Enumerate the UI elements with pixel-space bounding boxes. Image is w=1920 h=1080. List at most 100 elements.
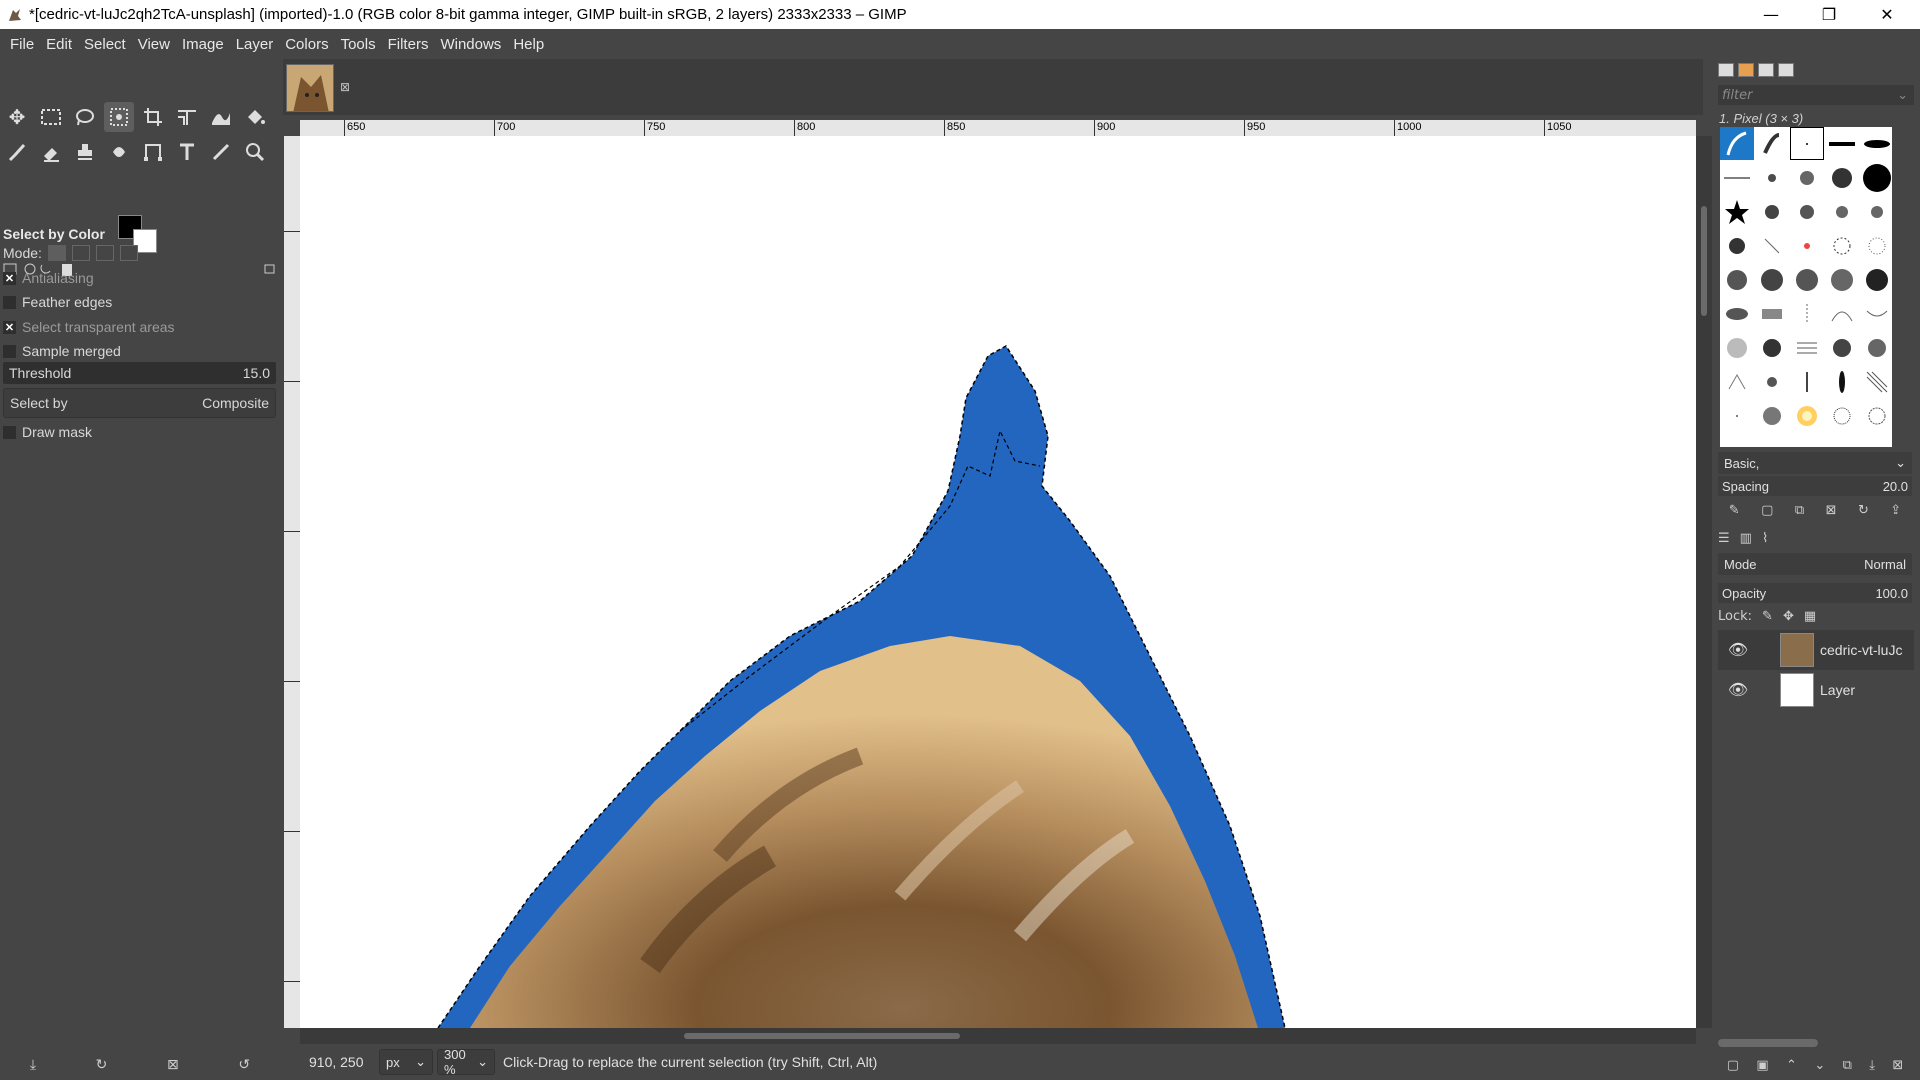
menu-windows[interactable]: Windows (434, 36, 507, 53)
brush-item[interactable] (1790, 365, 1824, 398)
warp-icon[interactable] (206, 102, 236, 132)
brush-item[interactable] (1860, 161, 1892, 194)
lock-alpha-icon[interactable]: ▦ (1804, 609, 1816, 624)
brush-item[interactable] (1860, 331, 1892, 364)
channels-tab-icon[interactable]: ▥ (1740, 531, 1752, 546)
zoom-icon[interactable] (240, 137, 270, 167)
maximize-button[interactable]: ❐ (1800, 0, 1858, 29)
fuzzy-select-icon[interactable] (104, 102, 134, 132)
paths-icon[interactable] (138, 137, 168, 167)
brush-item[interactable] (1720, 195, 1754, 228)
layers-scrollbar[interactable] (1718, 1039, 1818, 1047)
brush-item[interactable] (1755, 263, 1789, 296)
brushes-tab[interactable] (1718, 63, 1734, 77)
brush-item[interactable] (1790, 127, 1824, 160)
brush-item[interactable] (1860, 263, 1892, 296)
menu-file[interactable]: File (4, 36, 40, 53)
select-transparent-option[interactable]: ✕ Select transparent areas (3, 319, 175, 335)
brush-item[interactable] (1790, 331, 1824, 364)
clone-icon[interactable] (70, 137, 100, 167)
mode-intersect-button[interactable] (119, 245, 138, 261)
opacity-value[interactable]: 100.0 (1875, 586, 1908, 601)
brush-item[interactable] (1755, 127, 1789, 160)
layer-row[interactable]: 👁 cedric-vt-luJc (1718, 630, 1914, 670)
opacity-field[interactable]: Opacity 100.0 (1718, 583, 1912, 603)
brush-item[interactable] (1860, 127, 1892, 160)
spacing-field[interactable]: Spacing 20.0 (1718, 476, 1912, 496)
brush-item[interactable] (1720, 263, 1754, 296)
edit-brush-icon[interactable]: ✎ (1729, 503, 1740, 518)
lock-pixels-icon[interactable]: ✎ (1762, 609, 1773, 624)
brush-item[interactable] (1860, 195, 1892, 228)
raise-layer-icon[interactable]: ⌃ (1786, 1058, 1797, 1073)
image-tab-thumbnail[interactable] (286, 64, 334, 112)
draw-mask-option[interactable]: Draw mask (3, 424, 92, 440)
sample-merged-option[interactable]: Sample merged (3, 343, 121, 359)
crop-icon[interactable] (138, 102, 168, 132)
brush-item[interactable] (1720, 365, 1754, 398)
brush-item[interactable] (1720, 399, 1754, 432)
brush-item[interactable] (1825, 229, 1859, 262)
menu-image[interactable]: Image (176, 36, 230, 53)
layer-name[interactable]: Layer (1820, 682, 1904, 698)
menu-filters[interactable]: Filters (382, 36, 435, 53)
brush-item[interactable] (1720, 331, 1754, 364)
patterns-tab[interactable] (1738, 63, 1754, 77)
rect-select-icon[interactable] (36, 102, 66, 132)
move-icon[interactable]: ✥ (2, 102, 32, 132)
brush-item[interactable] (1720, 127, 1754, 160)
transform-icon[interactable] (172, 102, 202, 132)
menu-select[interactable]: Select (78, 36, 132, 53)
brush-item[interactable] (1755, 195, 1789, 228)
visibility-eye-icon[interactable]: 👁 (1718, 640, 1758, 660)
brush-item[interactable] (1755, 297, 1789, 330)
brush-item[interactable] (1755, 229, 1789, 262)
brush-filter-input[interactable]: filter ⌄ (1718, 85, 1914, 105)
select-by-combo[interactable]: Select by Composite (3, 388, 276, 418)
smudge-icon[interactable] (104, 137, 134, 167)
menu-help[interactable]: Help (507, 36, 550, 53)
brush-item[interactable] (1790, 195, 1824, 228)
layer-row[interactable]: 👁 Layer (1718, 670, 1914, 710)
open-brush-icon[interactable]: ⇪ (1890, 503, 1901, 518)
brush-item[interactable] (1825, 297, 1859, 330)
close-image-tab-icon[interactable]: ⊠ (340, 80, 350, 94)
mode-add-button[interactable] (71, 245, 90, 261)
brush-item[interactable] (1825, 127, 1859, 160)
gradients-tab[interactable] (1778, 63, 1794, 77)
brush-item[interactable] (1825, 365, 1859, 398)
brush-item[interactable] (1720, 161, 1754, 194)
layer-name[interactable]: cedric-vt-luJc (1820, 642, 1904, 658)
menu-tools[interactable]: Tools (335, 36, 382, 53)
new-group-icon[interactable]: ▣ (1756, 1058, 1768, 1073)
menu-view[interactable]: View (132, 36, 176, 53)
menu-colors[interactable]: Colors (279, 36, 334, 53)
unit-selector[interactable]: px ⌄ (379, 1049, 433, 1075)
brush-item[interactable] (1825, 331, 1859, 364)
reset-options-icon[interactable]: ↺ (238, 1057, 250, 1073)
draw-mask-checkbox[interactable] (3, 425, 16, 439)
brush-preset-combo[interactable]: Basic, ⌄ (1718, 452, 1912, 474)
threshold-field[interactable]: Threshold 15.0 (3, 362, 276, 384)
sample-merged-checkbox[interactable] (3, 344, 16, 358)
mode-replace-button[interactable] (47, 245, 66, 261)
paintbrush-icon[interactable] (2, 137, 32, 167)
brush-item[interactable] (1755, 161, 1789, 194)
delete-options-icon[interactable]: ⊠ (167, 1057, 179, 1073)
feather-edges-option[interactable]: Feather edges (3, 294, 112, 310)
bucket-fill-icon[interactable] (240, 102, 270, 132)
lower-layer-icon[interactable]: ⌄ (1814, 1058, 1825, 1073)
image-canvas[interactable] (300, 136, 1696, 1028)
menu-edit[interactable]: Edit (40, 36, 78, 53)
duplicate-layer-icon[interactable]: ⧉ (1843, 1058, 1852, 1073)
brush-item[interactable] (1790, 161, 1824, 194)
lasso-icon[interactable] (70, 102, 100, 132)
visibility-eye-icon[interactable]: 👁 (1718, 680, 1758, 700)
lock-position-icon[interactable]: ✥ (1783, 609, 1794, 624)
brush-item[interactable] (1860, 365, 1892, 398)
restore-options-icon[interactable]: ↻ (96, 1057, 108, 1073)
brush-item[interactable] (1755, 399, 1789, 432)
brush-item[interactable] (1755, 331, 1789, 364)
brush-item[interactable] (1860, 297, 1892, 330)
delete-brush-icon[interactable]: ⊠ (1826, 503, 1837, 518)
